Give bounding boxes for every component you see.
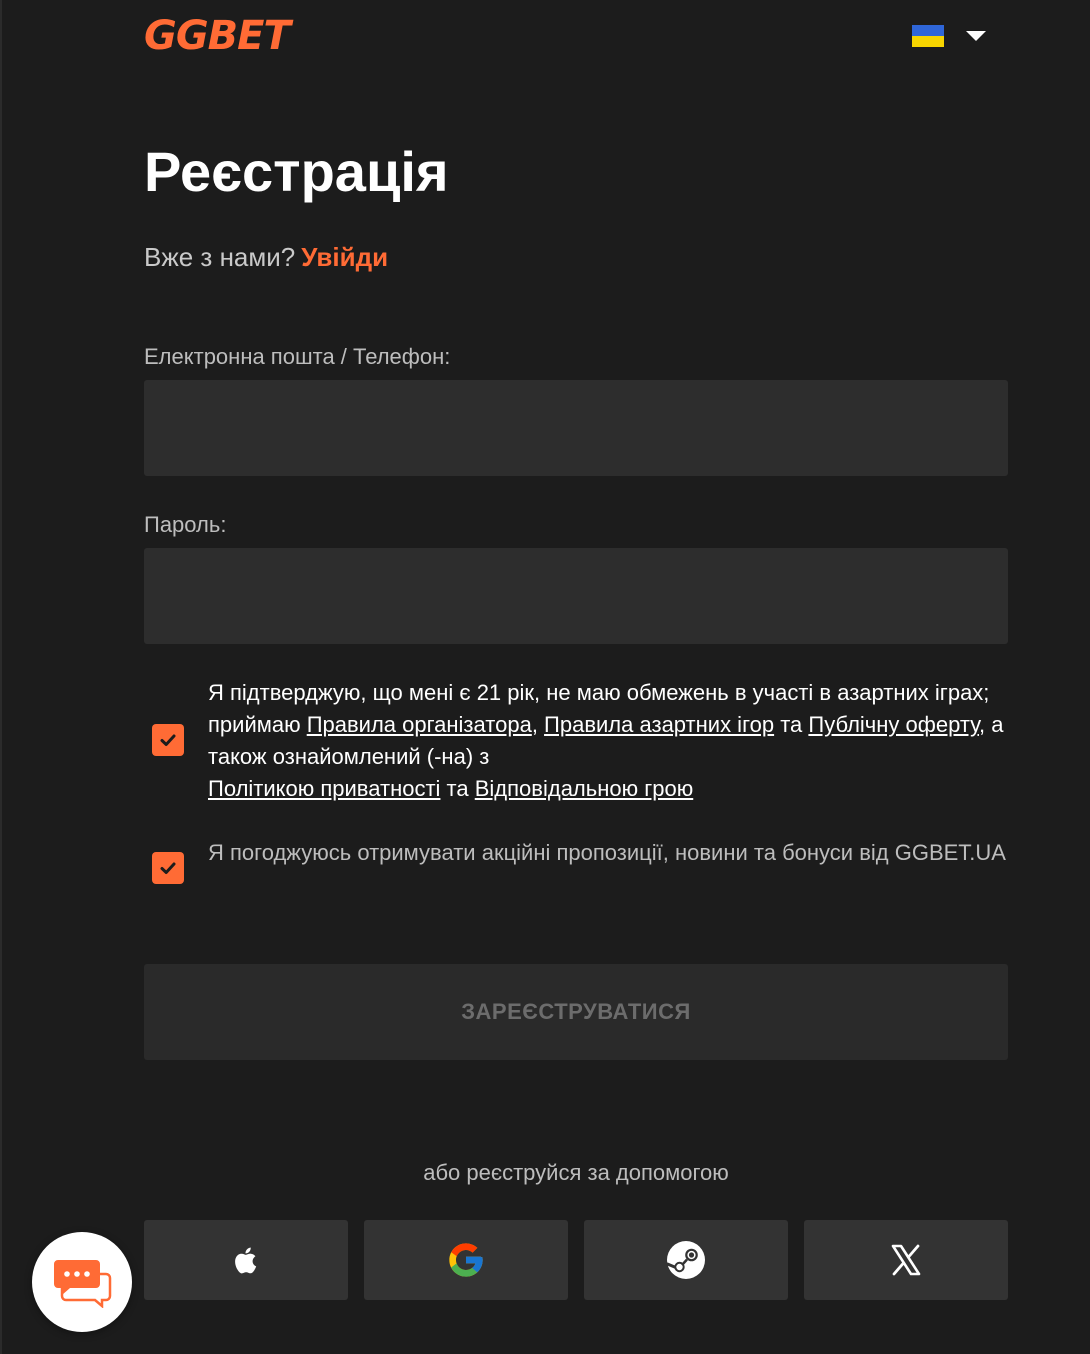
rules-gambling-link[interactable]: Правила азартних ігор: [544, 712, 774, 737]
checkmark-icon: [160, 734, 176, 746]
registration-page: GGBET Реєстрація Вже з нами? Увійди Елект…: [0, 0, 1090, 1354]
ggbet-logo[interactable]: GGBET: [144, 16, 291, 56]
password-input[interactable]: [144, 548, 1008, 644]
x-icon: [891, 1244, 921, 1276]
password-label: Пароль:: [144, 512, 227, 537]
chevron-down-icon: [966, 31, 986, 41]
promo-text: Я погоджуюсь отримувати акційні пропозиц…: [208, 840, 1006, 865]
chat-icon: [54, 1260, 112, 1308]
x-signup-button[interactable]: [804, 1220, 1008, 1300]
register-button[interactable]: ЗАРЕЄСТРУВАТИСЯ: [144, 964, 1008, 1060]
public-offer-link[interactable]: Публічну оферту: [808, 712, 979, 737]
responsible-gaming-link[interactable]: Відповідальною грою: [475, 776, 694, 801]
apple-icon: [235, 1247, 257, 1274]
google-icon: [449, 1243, 483, 1277]
rules-organizer-link[interactable]: Правила організатора: [307, 712, 532, 737]
terms-text-part: ,: [531, 712, 545, 737]
ukraine-flag-icon: [912, 25, 944, 47]
language-selector[interactable]: [912, 24, 986, 48]
social-caption: або реєструйся за допомогою: [423, 1160, 729, 1185]
email-phone-input[interactable]: [144, 380, 1008, 476]
login-link[interactable]: Увійди: [301, 242, 388, 272]
login-prompt-text: Вже з нами?: [144, 242, 296, 272]
terms-text: Я підтверджую, що мені є 21 рік, не маю …: [208, 677, 1018, 805]
terms-text-part: та: [440, 776, 475, 801]
page-title: Реєстрація: [144, 140, 449, 203]
steam-icon: [666, 1241, 705, 1279]
support-chat-button[interactable]: [32, 1232, 132, 1332]
email-label: Електронна пошта / Телефон:: [144, 344, 451, 369]
promo-checkbox[interactable]: [152, 852, 184, 884]
login-prompt: Вже з нами? Увійди: [144, 240, 388, 274]
frame-edge: [0, 0, 2, 1354]
terms-checkbox[interactable]: [152, 724, 184, 756]
steam-signup-button[interactable]: [584, 1220, 788, 1300]
google-signup-button[interactable]: [364, 1220, 568, 1300]
privacy-policy-link[interactable]: Політикою приватності: [208, 776, 440, 801]
apple-signup-button[interactable]: [144, 1220, 348, 1300]
checkmark-icon: [160, 862, 176, 874]
terms-text-part: та: [774, 712, 809, 737]
